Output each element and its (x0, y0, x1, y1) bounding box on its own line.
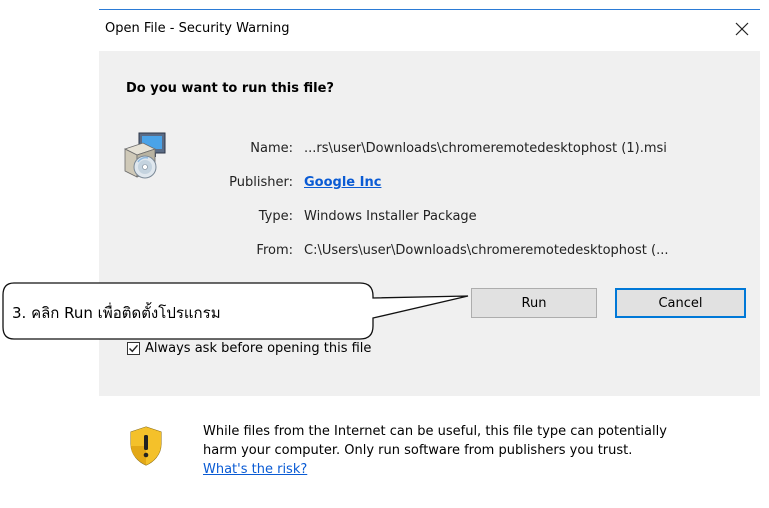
always-ask-label: Always ask before opening this file (145, 341, 372, 356)
publisher-label: Publisher: (229, 175, 293, 190)
from-value: C:\Users\user\Downloads\chromeremotedesk… (304, 243, 669, 258)
publisher-link[interactable]: Google Inc (304, 175, 381, 190)
security-shield-icon (130, 426, 162, 466)
close-button[interactable] (724, 12, 760, 46)
close-icon (735, 22, 749, 36)
type-value: Windows Installer Package (304, 209, 477, 224)
warning-line-2: harm your computer. Only run software fr… (203, 443, 633, 458)
name-value: ...rs\user\Downloads\chromeremotedesktop… (304, 141, 667, 156)
whats-the-risk-link[interactable]: What's the risk? (203, 462, 307, 477)
from-label: From: (256, 243, 293, 258)
always-ask-option[interactable]: Always ask before opening this file (127, 341, 371, 356)
screenshot-stage: Open File - Security Warning Do you want… (0, 0, 769, 508)
security-warning-dialog: Open File - Security Warning Do you want… (99, 9, 760, 502)
name-label: Name: (250, 141, 293, 156)
file-details-panel: Do you want to run this file? Name: ...r… (99, 51, 760, 396)
type-label: Type: (258, 209, 293, 224)
callout-instruction-text: 3. คลิก Run เพื่อติดตั้งโปรแกรม (12, 304, 221, 322)
cancel-button[interactable]: Cancel (615, 288, 746, 318)
warning-line-1: While files from the Internet can be use… (203, 424, 667, 439)
window-title: Open File - Security Warning (105, 21, 290, 36)
installer-package-icon (123, 132, 166, 179)
always-ask-checkbox[interactable] (127, 342, 140, 355)
run-button[interactable]: Run (471, 288, 597, 318)
warning-message: While files from the Internet can be use… (203, 422, 753, 479)
checkmark-icon (129, 344, 139, 353)
title-bar: Open File - Security Warning (99, 10, 760, 51)
run-question-heading: Do you want to run this file? (126, 81, 334, 96)
warning-panel: While files from the Internet can be use… (99, 396, 760, 502)
